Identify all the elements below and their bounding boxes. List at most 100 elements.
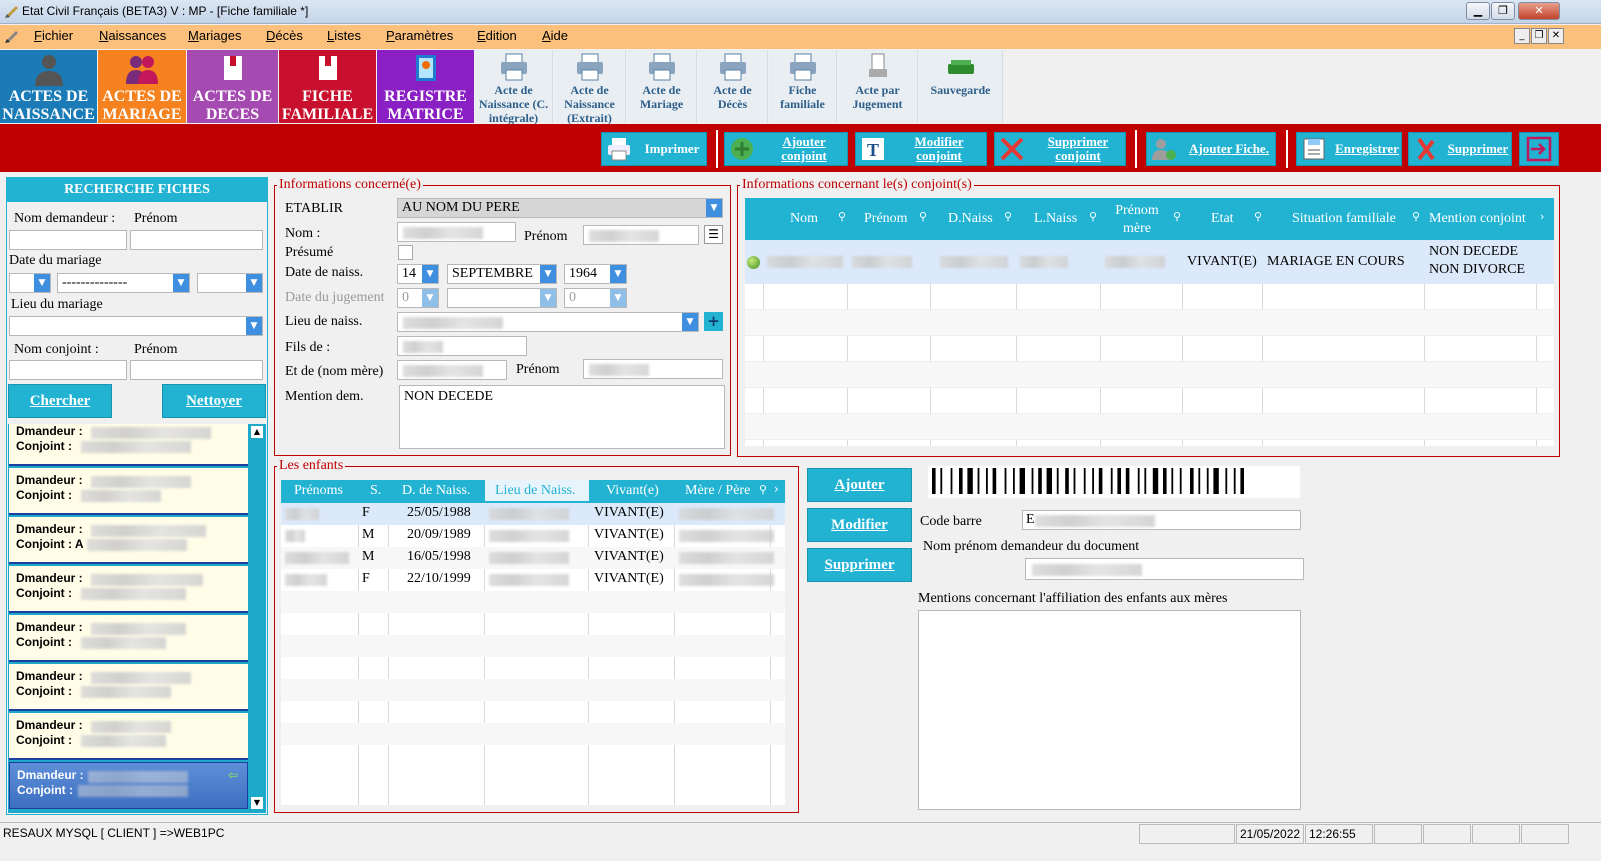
- menu-parametres[interactable]: Paramètres: [386, 28, 453, 43]
- lieu-naiss-select[interactable]: ▼: [397, 312, 699, 332]
- table-row[interactable]: F 25/05/1988 VIVANT(E): [281, 503, 785, 525]
- list-item[interactable]: Dmandeur : Conjoint :: [9, 424, 248, 466]
- table-row[interactable]: [281, 701, 785, 723]
- scroll-down-icon[interactable]: ▼: [251, 797, 263, 809]
- prenom-concerne-input[interactable]: [583, 225, 699, 245]
- menu-fichier[interactable]: Fichier: [34, 28, 73, 43]
- table-row[interactable]: [745, 388, 1554, 414]
- tile-actes-mariage[interactable]: ACTES DE MARIAGE: [98, 50, 186, 123]
- table-row[interactable]: F 22/10/1999 VIVANT(E): [281, 569, 785, 591]
- mentions-affiliation-textarea[interactable]: [918, 610, 1301, 810]
- prenom-conjoint-input[interactable]: [130, 360, 263, 380]
- table-row[interactable]: [281, 635, 785, 657]
- ajouter-fiche-button[interactable]: Ajouter Fiche.: [1146, 132, 1276, 166]
- close-button[interactable]: ✕: [1518, 2, 1560, 20]
- etablir-select[interactable]: AU NOM DU PERE ▼: [397, 198, 723, 218]
- menu-list-icon[interactable]: ☰: [704, 225, 723, 244]
- mdi-restore-button[interactable]: ❐: [1531, 28, 1547, 44]
- prenom-demandeur-input[interactable]: [130, 230, 263, 250]
- search-icon[interactable]: ⚲: [1412, 210, 1420, 223]
- nom-prenom-demandeur-input[interactable]: [1025, 558, 1304, 580]
- search-icon[interactable]: ⚲: [838, 210, 846, 223]
- table-row[interactable]: [281, 745, 785, 767]
- tile-actes-deces[interactable]: ACTES DE DECES: [187, 50, 278, 123]
- mention-dem-textarea[interactable]: NON DECEDE: [399, 385, 725, 449]
- menu-edition[interactable]: Edition: [477, 28, 517, 43]
- enfants-grid[interactable]: Prénoms S. D. de Naiss. Lieu de Naiss. V…: [281, 480, 785, 805]
- year-select[interactable]: ▼: [197, 273, 263, 293]
- search-icon[interactable]: ⚲: [1173, 210, 1181, 223]
- chevron-right-icon[interactable]: ›: [1540, 210, 1544, 223]
- naiss-year-select[interactable]: 1964 ▼: [564, 264, 627, 284]
- table-row[interactable]: [281, 679, 785, 701]
- fils-de-input[interactable]: [397, 336, 527, 356]
- search-icon[interactable]: ⚲: [1089, 210, 1097, 223]
- scrollbar[interactable]: ▲ ▼: [250, 424, 264, 813]
- list-item[interactable]: Dmandeur : Conjoint : A: [9, 517, 248, 564]
- col-mention[interactable]: Mention conjoint: [1429, 211, 1526, 227]
- nom-demandeur-input[interactable]: [9, 230, 127, 250]
- mdi-close-button[interactable]: ✕: [1548, 28, 1564, 44]
- table-row[interactable]: [745, 284, 1554, 310]
- table-row[interactable]: VIVANT(E) MARIAGE EN COURS NON DECEDE NO…: [745, 240, 1554, 284]
- modifier-enfant-button[interactable]: Modifier: [807, 508, 912, 542]
- enregistrer-button[interactable]: Enregistrer: [1296, 132, 1402, 166]
- scroll-up-icon[interactable]: ▲: [251, 426, 263, 438]
- tile-acte-par-jugement[interactable]: Acte par Jugement: [838, 50, 918, 123]
- search-icon[interactable]: ⚲: [1004, 210, 1012, 223]
- col-nom[interactable]: Nom: [790, 211, 818, 227]
- lieu-mariage-select[interactable]: ▼: [9, 316, 263, 336]
- jugement-month-select[interactable]: ▼: [447, 288, 557, 308]
- list-item-selected[interactable]: Dmandeur : Conjoint : ⇦: [9, 762, 248, 809]
- col-lieu-naiss[interactable]: Lieu de Naiss.: [495, 483, 575, 499]
- tile-sauvegarde[interactable]: Sauvegarde: [919, 50, 1003, 123]
- mdi-minimize-button[interactable]: _: [1514, 28, 1530, 44]
- imprimer-button[interactable]: Imprimer: [601, 132, 707, 166]
- jugement-year-select[interactable]: 0 ▼: [564, 288, 627, 308]
- month-select[interactable]: -------------- ▼: [57, 273, 190, 293]
- supprimer-enfant-button[interactable]: Supprimer: [807, 548, 912, 582]
- nom-input[interactable]: [397, 222, 516, 242]
- list-item[interactable]: Dmandeur : Conjoint :: [9, 664, 248, 711]
- supprimer-conjoint-button[interactable]: Supprimer conjoint: [994, 132, 1126, 166]
- add-lieu-icon[interactable]: +: [704, 312, 723, 331]
- tile-acte-naissance-extrait[interactable]: Acte de Naissance (Extrait): [554, 50, 626, 125]
- conjoints-grid[interactable]: Nom Prénom D.Naiss L.Naiss Prénom mère E…: [745, 198, 1554, 446]
- col-sexe[interactable]: S.: [370, 483, 381, 499]
- results-list[interactable]: Dmandeur : Conjoint : Dmandeur : Conjoint …: [8, 424, 266, 813]
- menu-naissances[interactable]: Naissances: [99, 28, 166, 43]
- chercher-button[interactable]: Chercher: [8, 384, 112, 418]
- jugement-day-select[interactable]: 0 ▼: [397, 288, 439, 308]
- menu-aide[interactable]: Aide: [542, 28, 568, 43]
- table-row[interactable]: [281, 723, 785, 745]
- naiss-month-select[interactable]: SEPTEMBRE ▼: [447, 264, 557, 284]
- col-dnaiss[interactable]: D.Naiss: [948, 211, 993, 227]
- table-row[interactable]: [281, 657, 785, 679]
- table-row[interactable]: [745, 362, 1554, 388]
- col-vivant[interactable]: Vivant(e): [606, 483, 659, 499]
- tile-fiche-familiale[interactable]: FICHE FAMILIALE: [279, 50, 376, 123]
- naiss-day-select[interactable]: 14 ▼: [397, 264, 439, 284]
- col-prenom-mere[interactable]: Prénom mère: [1114, 202, 1160, 238]
- search-icon[interactable]: ⚲: [759, 483, 767, 496]
- col-prenoms[interactable]: Prénoms: [294, 483, 343, 499]
- presume-checkbox[interactable]: [398, 245, 413, 260]
- col-etat[interactable]: Etat: [1211, 211, 1234, 227]
- col-lnaiss[interactable]: L.Naiss: [1034, 211, 1077, 227]
- table-row[interactable]: M 16/05/1998 VIVANT(E): [281, 547, 785, 569]
- nom-mere-input[interactable]: [397, 360, 507, 380]
- col-situation[interactable]: Situation familiale: [1292, 211, 1396, 227]
- prenom-mere-input[interactable]: [583, 359, 723, 379]
- nom-conjoint-input[interactable]: [9, 360, 127, 380]
- list-item[interactable]: Dmandeur : Conjoint :: [9, 468, 248, 515]
- nettoyer-button[interactable]: Nettoyer: [162, 384, 266, 418]
- table-row[interactable]: M 20/09/1989 VIVANT(E): [281, 525, 785, 547]
- ajouter-enfant-button[interactable]: Ajouter: [807, 468, 912, 502]
- tile-actes-naissance[interactable]: ACTES DE NAISSANCE: [0, 50, 97, 123]
- table-row[interactable]: [281, 591, 785, 613]
- table-row[interactable]: [745, 336, 1554, 362]
- minimize-button[interactable]: ▁: [1466, 2, 1490, 20]
- col-mere-pere[interactable]: Mère / Père: [685, 483, 750, 499]
- menu-listes[interactable]: Listes: [327, 28, 361, 43]
- col-date-naiss[interactable]: D. de Naiss.: [402, 483, 470, 499]
